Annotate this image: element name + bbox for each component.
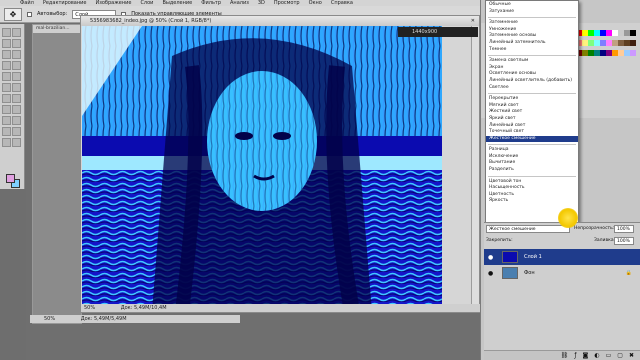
- dodge-tool[interactable]: [12, 94, 21, 103]
- portrait-image: [82, 26, 442, 312]
- blur-tool[interactable]: [2, 94, 11, 103]
- layer-row-background[interactable]: ● Фон 🔒: [484, 265, 640, 281]
- eraser-tool[interactable]: [2, 83, 11, 92]
- blend-mode-option[interactable]: Замена светлым: [486, 58, 578, 65]
- lasso-tool[interactable]: [2, 39, 11, 48]
- auto-select-label: Автовыбор:: [37, 11, 68, 17]
- info-overlay: 1440x900: [398, 27, 478, 37]
- background-zoom[interactable]: 50%: [44, 316, 55, 322]
- zoom-tool[interactable]: [12, 138, 21, 147]
- blend-mode-option[interactable]: Обычные: [486, 2, 578, 9]
- eye-icon[interactable]: ●: [488, 254, 496, 261]
- menu-separator: [488, 53, 576, 57]
- menu-separator: [488, 142, 576, 146]
- background-doc-size: Док: 5,49M/5,49M: [80, 316, 127, 322]
- folder-icon[interactable]: ▭: [606, 352, 612, 359]
- 3d-camera-tool[interactable]: [12, 127, 21, 136]
- path-select-tool[interactable]: [2, 116, 11, 125]
- layers-panel-footer: ⛓ ƒ ◙ ◐ ▭ ▢ ✖: [484, 350, 640, 360]
- blend-mode-option[interactable]: Затемнение основы: [486, 33, 578, 40]
- brush-tool[interactable]: [12, 61, 21, 70]
- blend-mode-option[interactable]: Жесткий свет: [486, 109, 578, 116]
- background-document-status-bar: 50% Док: 5,49M/5,49M: [30, 315, 240, 323]
- document-title: 5356983682_indeo.jpg @ 50% (Слой 1, RGB/…: [90, 18, 212, 24]
- document-tab[interactable]: 5356983682_indeo.jpg @ 50% (Слой 1, RGB/…: [81, 16, 479, 26]
- layer-name: Слой 1: [524, 254, 542, 260]
- fx-icon[interactable]: ƒ: [574, 352, 576, 359]
- layers-panel: Жесткое смешение Непрозрачность: 100% За…: [484, 222, 640, 360]
- layer-thumbnail: [502, 251, 518, 263]
- blend-mode-option[interactable]: Линейный осветлитель (добавить): [486, 78, 578, 85]
- shape-tool[interactable]: [12, 116, 21, 125]
- document-window: 5356983682_indeo.jpg @ 50% (Слой 1, RGB/…: [80, 15, 481, 313]
- document-status-bar: 50% Док: 5,49M/10,4M: [81, 304, 481, 312]
- healing-tool[interactable]: [2, 61, 11, 70]
- document-dimensions: 1440x900: [412, 29, 438, 35]
- quick-select-tool[interactable]: [12, 39, 21, 48]
- trash-icon[interactable]: ✖: [629, 352, 634, 359]
- mask-icon[interactable]: ◙: [583, 352, 589, 359]
- eye-icon[interactable]: ●: [488, 270, 496, 277]
- blend-mode-menu: Обычные Затухание Затемнение Умножение Затем…: [485, 0, 579, 233]
- swatches-grid[interactable]: [576, 30, 638, 60]
- blend-mode-option[interactable]: Яркий свет: [486, 116, 578, 123]
- hand-tool[interactable]: [2, 138, 11, 147]
- background-document-window[interactable]: mal-brazilian...: [32, 24, 82, 324]
- document-vertical-scrollbar[interactable]: [471, 26, 479, 306]
- menu-separator: [488, 174, 576, 177]
- blend-mode-option[interactable]: Линейный затемнитель: [486, 40, 578, 47]
- blend-mode-option[interactable]: Темнее: [486, 47, 578, 54]
- lock-icon: 🔒: [625, 270, 632, 276]
- blend-mode-option[interactable]: Насыщенность: [486, 185, 578, 192]
- marquee-tool[interactable]: [12, 28, 21, 37]
- cursor-highlight: [558, 208, 578, 228]
- blend-mode-option[interactable]: Перекрытие: [486, 96, 578, 103]
- blend-mode-dropdown[interactable]: Жесткое смешение: [486, 225, 570, 233]
- fill-input[interactable]: 100%: [614, 237, 634, 245]
- gradient-tool[interactable]: [12, 83, 21, 92]
- pen-tool[interactable]: [2, 105, 11, 114]
- document-canvas[interactable]: [82, 26, 442, 312]
- blend-mode-option[interactable]: Разделить: [486, 167, 578, 174]
- photoshop-window: Файл Редактирование Изображение Слои Выд…: [0, 0, 640, 360]
- 3d-tool[interactable]: [2, 127, 11, 136]
- auto-select-checkbox[interactable]: [27, 11, 32, 17]
- move-tool-icon[interactable]: ✥: [4, 7, 22, 21]
- blend-mode-option[interactable]: Осветление основы: [486, 71, 578, 78]
- lock-label: Закрепить:: [486, 238, 513, 243]
- foreground-color-swatch[interactable]: [6, 174, 15, 183]
- document-zoom[interactable]: 50%: [84, 305, 95, 311]
- close-icon[interactable]: ✕: [471, 16, 479, 26]
- document-size: Док: 5,49M/10,4M: [120, 305, 167, 311]
- stamp-tool[interactable]: [2, 72, 11, 81]
- layer-name: Фон: [524, 270, 535, 276]
- link-icon[interactable]: ⛓: [561, 352, 569, 359]
- tools-panel: [0, 24, 25, 189]
- blend-mode-option[interactable]: Затухание: [486, 9, 578, 16]
- history-brush-tool[interactable]: [12, 72, 21, 81]
- crop-tool[interactable]: [2, 50, 11, 59]
- blend-mode-option[interactable]: Жесткое смешение: [486, 135, 578, 143]
- fill-label: Заливка:: [594, 238, 616, 243]
- menu-separator: [488, 91, 576, 95]
- move-tool[interactable]: [2, 28, 11, 37]
- opacity-input[interactable]: 100%: [614, 225, 634, 233]
- new-layer-icon[interactable]: ▢: [617, 352, 623, 359]
- blend-mode-option[interactable]: Точечный свет: [486, 129, 578, 136]
- blend-mode-option[interactable]: Светлее: [486, 85, 578, 92]
- type-tool[interactable]: [12, 105, 21, 114]
- layer-thumbnail: [502, 267, 518, 279]
- adjustment-icon[interactable]: ◐: [594, 352, 599, 359]
- blend-mode-option[interactable]: Яркость: [486, 198, 578, 205]
- blend-mode-option[interactable]: Затемнение: [486, 20, 578, 27]
- background-document-title[interactable]: mal-brazilian...: [33, 25, 81, 33]
- menu-separator: [488, 15, 576, 19]
- layer-row-layer1[interactable]: ● Слой 1: [484, 249, 640, 265]
- blend-mode-option[interactable]: Разница: [486, 147, 578, 154]
- eyedropper-tool[interactable]: [12, 50, 21, 59]
- opacity-label: Непрозрачность:: [574, 226, 615, 231]
